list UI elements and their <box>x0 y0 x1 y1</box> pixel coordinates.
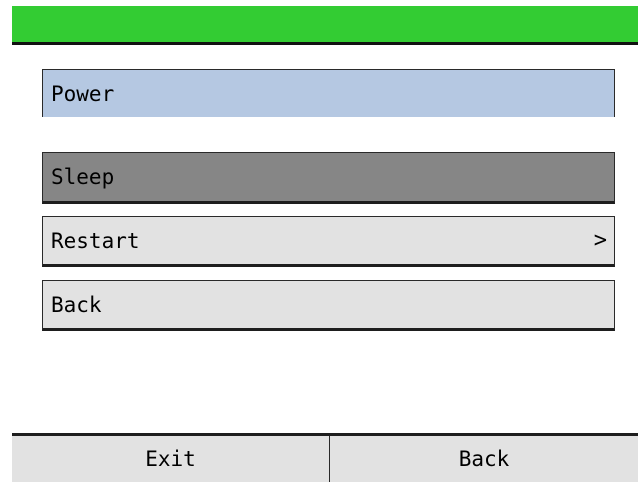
menu-item-sleep[interactable]: Sleep <box>42 152 615 204</box>
softkey-back[interactable]: Back <box>330 436 638 482</box>
menu-item-label: Sleep <box>51 165 115 189</box>
menu-header: Power <box>42 69 615 117</box>
menu-item-label: Back <box>51 292 102 317</box>
softkey-label: Exit <box>145 447 196 471</box>
menu-item-label: Restart <box>51 228 140 253</box>
softkey-exit[interactable]: Exit <box>12 436 330 482</box>
menu-title: Power <box>51 81 115 106</box>
softkey-label: Back <box>458 447 510 471</box>
menu-item-back[interactable]: Back <box>42 280 615 331</box>
status-title-bar <box>12 6 638 45</box>
chevron-right-icon: > <box>593 228 607 253</box>
softkey-bar: Exit Back <box>12 433 638 482</box>
device-screen: Power Sleep Restart > Back Exit Back <box>0 0 638 482</box>
menu-item-restart[interactable]: Restart > <box>42 216 615 267</box>
